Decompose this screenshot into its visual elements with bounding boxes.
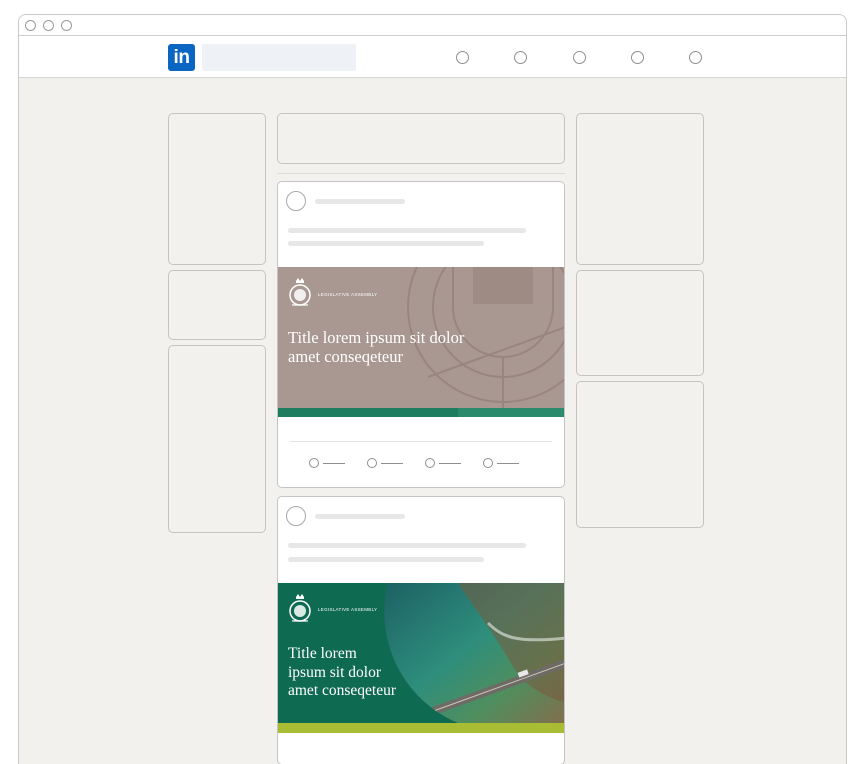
author-avatar[interactable] xyxy=(286,506,306,526)
nav-jobs-icon[interactable] xyxy=(573,51,586,64)
share-icon xyxy=(425,458,435,468)
crest-icon xyxy=(289,594,311,622)
author-name-placeholder xyxy=(315,514,405,519)
minimize-window-button[interactable] xyxy=(43,20,54,31)
org-name: LEGISLATIVE ASSEMBLY xyxy=(318,607,378,612)
left-widget-placeholder xyxy=(168,270,266,340)
action-label-placeholder xyxy=(323,463,345,464)
search-input[interactable] xyxy=(202,44,356,71)
org-name: LEGISLATIVE ASSEMBLY xyxy=(318,292,378,297)
right-news-placeholder xyxy=(576,113,704,265)
linkedin-logo[interactable]: in xyxy=(168,44,195,71)
post-text-placeholder xyxy=(288,557,484,562)
nav-messaging-icon[interactable] xyxy=(631,51,644,64)
nav-network-icon[interactable] xyxy=(514,51,527,64)
share-box-placeholder[interactable] xyxy=(277,113,565,164)
action-label-placeholder xyxy=(439,463,461,464)
send-icon xyxy=(483,458,493,468)
author-name-placeholder xyxy=(315,199,405,204)
banner-title: Title lorem ipsum sit dolor amet conseqe… xyxy=(288,328,465,366)
comment-icon xyxy=(367,458,377,468)
top-navbar: in xyxy=(19,36,846,78)
feed-post: LEGISLATIVE ASSEMBLY Title lorem ipsum s… xyxy=(277,181,565,488)
left-recent-placeholder xyxy=(168,345,266,533)
post-text-placeholder xyxy=(288,241,484,246)
action-label-placeholder xyxy=(497,463,519,464)
actions-divider xyxy=(290,441,552,442)
post-text-placeholder xyxy=(288,228,526,233)
right-widget-placeholder xyxy=(576,270,704,376)
window-titlebar xyxy=(19,15,846,36)
nav-notifications-icon[interactable] xyxy=(689,51,702,64)
nav-home-icon[interactable] xyxy=(456,51,469,64)
close-window-button[interactable] xyxy=(25,20,36,31)
author-avatar[interactable] xyxy=(286,191,306,211)
profile-card-placeholder xyxy=(168,113,266,265)
feed-post: LEGISLATIVE ASSEMBLY Title lorem ipsum s… xyxy=(277,496,565,764)
crest-icon xyxy=(289,278,311,306)
post-text-placeholder xyxy=(288,543,526,548)
banner-title: Title lorem ipsum sit dolor amet conseqe… xyxy=(288,645,397,699)
post-banner[interactable]: LEGISLATIVE ASSEMBLY Title lorem ipsum s… xyxy=(278,267,564,417)
browser-window: in LEGISLATIVE ASSEMBLY Title lorem ipsu… xyxy=(18,14,847,764)
action-label-placeholder xyxy=(381,463,403,464)
right-ad-placeholder xyxy=(576,381,704,528)
like-icon xyxy=(309,458,319,468)
zoom-window-button[interactable] xyxy=(61,20,72,31)
post-banner[interactable]: LEGISLATIVE ASSEMBLY Title lorem ipsum s… xyxy=(278,583,564,733)
feed-divider xyxy=(277,173,565,174)
